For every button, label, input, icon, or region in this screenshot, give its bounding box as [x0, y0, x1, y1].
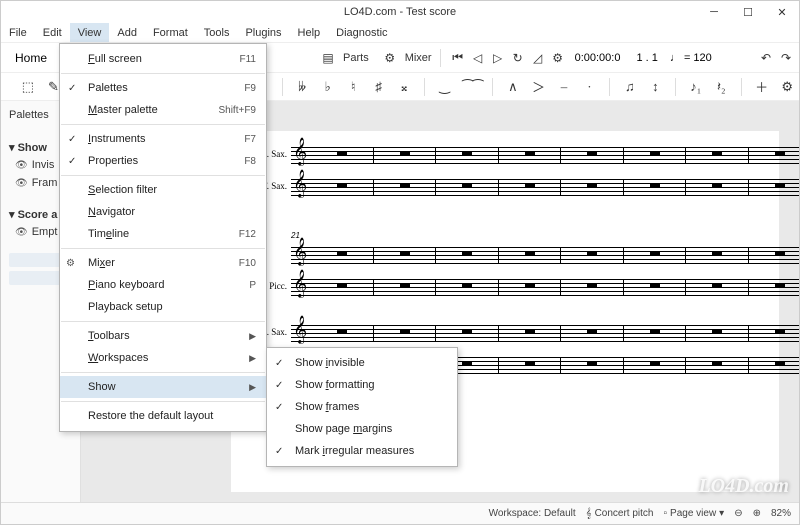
menu-item[interactable]: Show▶ — [60, 376, 266, 398]
zoom-in[interactable]: ⊕ — [753, 508, 761, 519]
eye-icon: 👁 — [15, 160, 28, 171]
workspace-label[interactable]: Workspace: Default — [489, 508, 576, 519]
loop-icon[interactable]: ↻ — [509, 49, 527, 67]
eye-icon: 👁 — [15, 178, 28, 189]
menu-plugins[interactable]: Plugins — [237, 23, 289, 42]
menu-item[interactable]: Full screenF11 — [60, 48, 266, 70]
concert-pitch-toggle[interactable]: 𝄞 Concert pitch — [586, 508, 654, 519]
beat-display: 1 . 1 — [636, 52, 657, 64]
back-icon[interactable]: ◁ — [469, 49, 487, 67]
natural[interactable]: ♮ — [345, 79, 361, 95]
menu-item[interactable]: Master paletteShift+F9 — [60, 99, 266, 121]
menu-item[interactable]: TimelineF12 — [60, 223, 266, 245]
menu-item[interactable]: Restore the default layout — [60, 405, 266, 427]
menu-item[interactable]: Playback setup — [60, 296, 266, 318]
parts-icon[interactable]: ▤ — [319, 49, 337, 67]
view-menu-dropdown: Full screenF11 ✓PalettesF9Master paletteS… — [59, 43, 267, 432]
voice-1[interactable]: ♪₁ — [688, 79, 704, 95]
submenu-item[interactable]: ✓Show frames — [267, 396, 457, 418]
add-button[interactable]: ＋ — [754, 77, 770, 96]
menu-item[interactable]: Navigator — [60, 201, 266, 223]
settings-icon[interactable]: ⚙ — [549, 49, 567, 67]
menu-item[interactable]: ✓PropertiesF8 — [60, 150, 266, 172]
metronome-icon[interactable]: ◿ — [529, 49, 547, 67]
eye-icon: 👁 — [15, 227, 28, 238]
tuplet[interactable]: ♫ — [622, 79, 638, 95]
menu-item[interactable]: ✓InstrumentsF7 — [60, 128, 266, 150]
redo-icon[interactable]: ↷ — [777, 49, 795, 67]
parts-label[interactable]: Parts — [343, 52, 369, 64]
tenuto[interactable]: – — [556, 79, 572, 95]
menu-item[interactable]: Piano keyboardP — [60, 274, 266, 296]
submenu-item[interactable]: ✓Show formatting — [267, 374, 457, 396]
flat[interactable]: ♭ — [320, 79, 336, 95]
tempo-display: = 120 — [684, 52, 712, 64]
show-submenu: ✓Show invisible✓Show formatting✓Show fra… — [266, 347, 458, 467]
menu-add[interactable]: Add — [109, 23, 145, 42]
menu-item[interactable]: ✓PalettesF9 — [60, 77, 266, 99]
submenu-item[interactable]: ✓Show invisible — [267, 352, 457, 374]
slur[interactable]: ⁀⁀ — [462, 79, 480, 95]
menu-diagnostic[interactable]: Diagnostic — [328, 23, 395, 42]
tie[interactable]: ‿ — [437, 79, 453, 95]
menu-view[interactable]: View — [70, 23, 110, 42]
window-title: LO4D.com - Test score — [1, 6, 799, 18]
sharp[interactable]: ♯ — [371, 79, 387, 95]
maximize-button[interactable]: ☐ — [731, 1, 765, 23]
menu-item[interactable]: Toolbars▶ — [60, 325, 266, 347]
app-window: LO4D.com - Test score ─ ☐ ✕ FileEditView… — [0, 0, 800, 525]
mixer-label[interactable]: Mixer — [405, 52, 432, 64]
menu-bar: FileEditViewAddFormatToolsPluginsHelpDia… — [1, 23, 799, 43]
rewind-icon[interactable]: ⏮ — [449, 49, 467, 67]
flip[interactable]: ↕ — [648, 79, 664, 95]
menu-item[interactable]: Selection filter — [60, 179, 266, 201]
status-bar: Workspace: Default 𝄞 Concert pitch ▫ Pag… — [1, 502, 799, 524]
voice-2[interactable]: 𝄽₂ — [714, 79, 730, 95]
submenu-item[interactable]: ✓Mark irregular measures — [267, 440, 457, 462]
menu-format[interactable]: Format — [145, 23, 196, 42]
page-view-select[interactable]: ▫ Page view ▾ — [663, 508, 724, 519]
menu-item[interactable]: Workspaces▶ — [60, 347, 266, 369]
double-sharp[interactable]: 𝄪 — [396, 79, 412, 95]
menu-item[interactable]: ⚙MixerF10 — [60, 252, 266, 274]
home-button[interactable]: Home — [5, 49, 57, 67]
minimize-button[interactable]: ─ — [697, 1, 731, 23]
menu-help[interactable]: Help — [290, 23, 329, 42]
undo-icon[interactable]: ↶ — [757, 49, 775, 67]
accent[interactable]: ＞ — [531, 77, 547, 96]
time-display: 0:00:00:0 — [575, 52, 621, 64]
play-icon[interactable]: ▷ — [489, 49, 507, 67]
marcato[interactable]: ∧ — [505, 79, 521, 95]
select-tool[interactable]: ⬚ — [20, 79, 36, 95]
double-flat[interactable]: 𝄫 — [294, 79, 310, 95]
staccato[interactable]: · — [582, 79, 598, 95]
menu-file[interactable]: File — [1, 23, 35, 42]
close-button[interactable]: ✕ — [765, 1, 799, 23]
title-bar: LO4D.com - Test score ─ ☐ ✕ — [1, 1, 799, 23]
zoom-level[interactable]: 82% — [771, 508, 791, 519]
zoom-out[interactable]: ⊖ — [734, 508, 742, 519]
menu-tools[interactable]: Tools — [196, 23, 238, 42]
mixer-icon[interactable]: ⚙ — [381, 49, 399, 67]
gear-icon[interactable]: ⚙ — [779, 79, 795, 95]
submenu-item[interactable]: Show page margins — [267, 418, 457, 440]
menu-edit[interactable]: Edit — [35, 23, 70, 42]
